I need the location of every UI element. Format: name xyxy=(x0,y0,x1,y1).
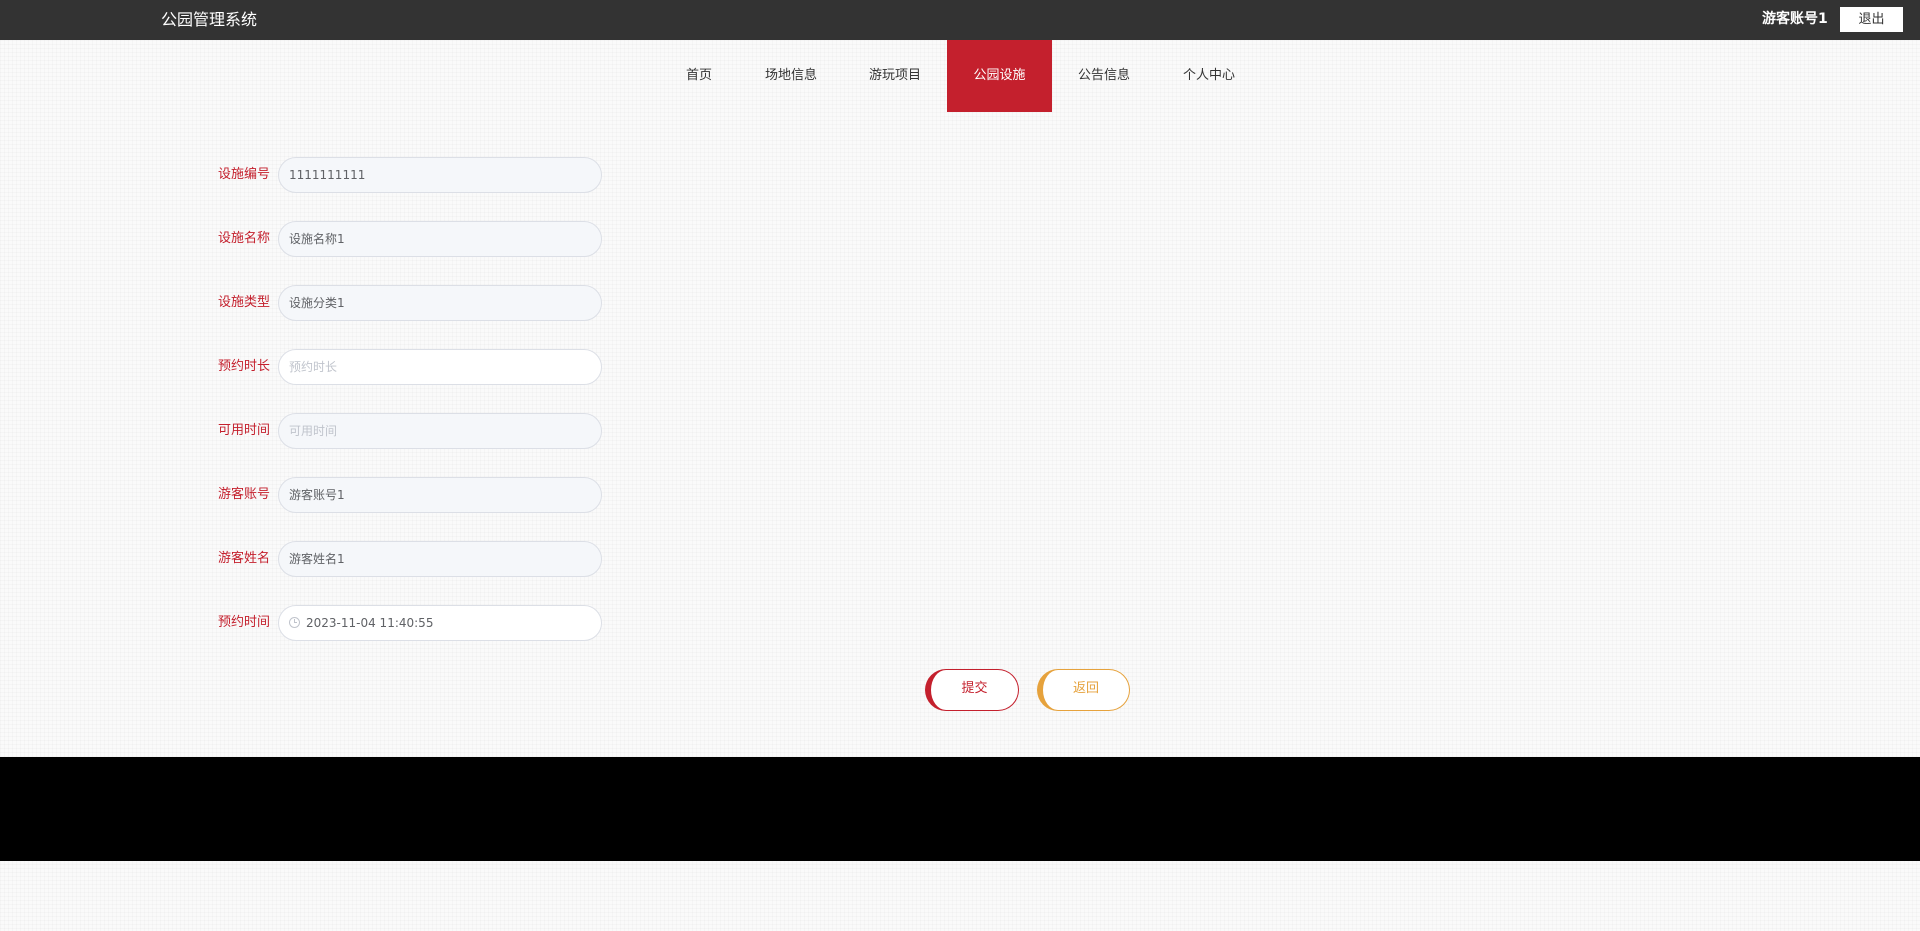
current-user: 游客账号1 xyxy=(1762,11,1828,27)
visitor-name-label: 游客姓名 xyxy=(217,551,270,566)
booking-time-value: 2023-11-04 11:40:55 xyxy=(306,616,434,630)
booking-time-label: 预约时间 xyxy=(217,615,270,630)
facility-name-label: 设施名称 xyxy=(217,231,270,246)
nav-item-attractions[interactable]: 游玩项目 xyxy=(860,40,930,112)
facility-type-field: 设施分类1 xyxy=(278,285,602,321)
logout-button[interactable]: 退出 xyxy=(1840,7,1903,32)
visitor-account-field: 游客账号1 xyxy=(278,477,602,513)
visitor-name-field: 游客姓名1 xyxy=(278,541,602,577)
visitor-account-label: 游客账号 xyxy=(217,487,270,502)
booking-time-picker[interactable]: 2023-11-04 11:40:55 xyxy=(278,605,602,641)
nav-item-personal-center[interactable]: 个人中心 xyxy=(1174,40,1244,112)
nav-item-announcements[interactable]: 公告信息 xyxy=(1070,40,1138,112)
site-title: 公园管理系统 xyxy=(161,10,258,29)
nav-item-park-facilities[interactable]: 公园设施 xyxy=(947,40,1052,112)
facility-id-label: 设施编号 xyxy=(217,167,270,182)
nav-item-venue-info[interactable]: 场地信息 xyxy=(755,40,827,112)
clock-icon xyxy=(289,617,300,628)
facility-id-field: 1111111111 xyxy=(278,157,602,193)
footer xyxy=(0,757,1920,861)
available-time-label: 可用时间 xyxy=(217,423,270,438)
back-button[interactable]: 返回 xyxy=(1037,669,1130,711)
nav-item-home[interactable]: 首页 xyxy=(670,40,728,112)
available-time-field: 可用时间 xyxy=(278,413,602,449)
booking-duration-input[interactable]: 预约时长 xyxy=(278,349,602,385)
booking-duration-label: 预约时长 xyxy=(217,359,270,374)
facility-type-label: 设施类型 xyxy=(217,295,270,310)
facility-name-field: 设施名称1 xyxy=(278,221,602,257)
top-bar: 公园管理系统 游客账号1 退出 xyxy=(0,0,1920,40)
main-nav: 首页 场地信息 游玩项目 公园设施 公告信息 个人中心 xyxy=(0,40,1920,112)
submit-button[interactable]: 提交 xyxy=(925,669,1019,711)
